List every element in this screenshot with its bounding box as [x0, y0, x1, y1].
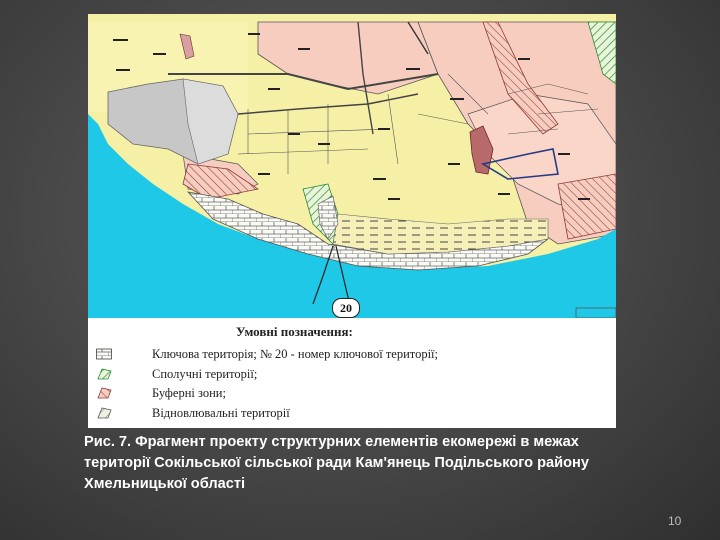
- callout-number: 20: [340, 301, 352, 315]
- legend-item-restoration: Відновлювальні території: [88, 405, 616, 423]
- map-drawing: [88, 14, 616, 318]
- legend-label: Сполучні території;: [152, 367, 258, 381]
- buffer-zone-symbol-icon: [97, 387, 112, 399]
- restoration-territory-symbol-icon: [97, 407, 112, 419]
- legend-title: Умовні позначення:: [236, 324, 353, 339]
- slide: 20 Умовні позначення: Ключова територія;…: [0, 0, 720, 540]
- legend-label: Ключова територія; № 20 - номер ключової…: [152, 347, 438, 361]
- map-legend: Умовні позначення: Ключова територія; № …: [88, 318, 616, 428]
- buffer-zone: [557, 173, 616, 240]
- legend-label: Відновлювальні території: [152, 406, 290, 420]
- connecting-territory-symbol-icon: [97, 368, 112, 380]
- key-territory-symbol-icon: [96, 348, 112, 360]
- callout-badge: 20: [332, 298, 360, 318]
- legend-item-key-territory: Ключова територія; № 20 - номер ключової…: [88, 346, 616, 364]
- slide-number: 10: [668, 514, 682, 528]
- map-figure: 20 Умовні позначення: Ключова територія;…: [88, 14, 616, 428]
- legend-item-buffer: Буферні зони;: [88, 385, 616, 403]
- figure-caption: Рис. 7. Фрагмент проекту структурних еле…: [84, 434, 589, 492]
- legend-item-connecting: Сполучні території;: [88, 366, 616, 384]
- legend-label: Буферні зони;: [152, 386, 226, 400]
